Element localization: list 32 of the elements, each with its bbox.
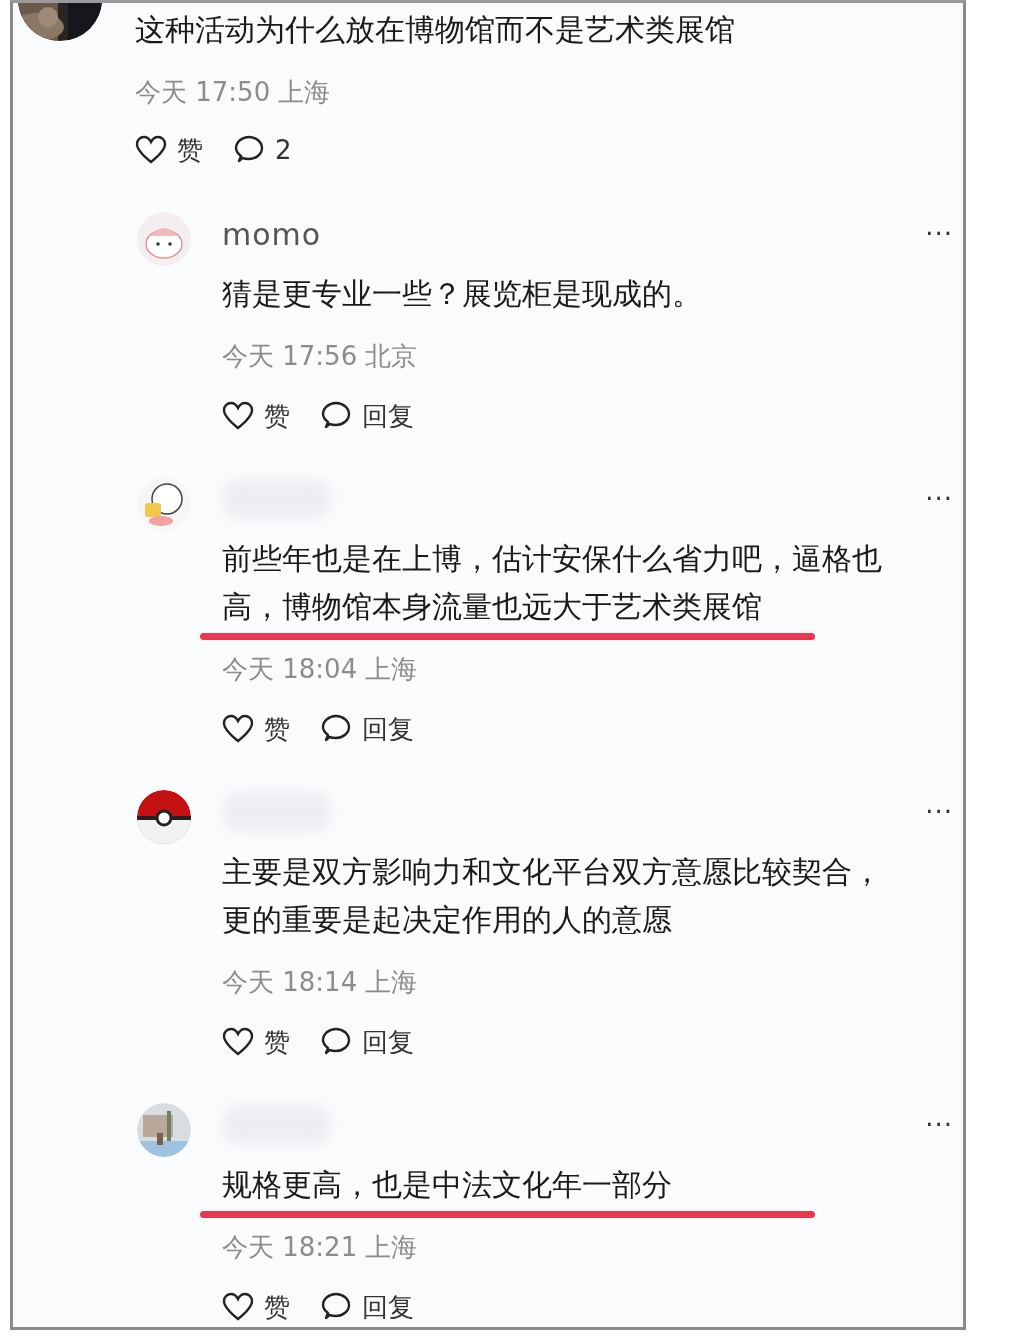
comment-meta: 今天 17:56 北京 xyxy=(222,340,419,373)
ball-avatar[interactable] xyxy=(137,790,191,844)
comment-meta: 今天 18:21 上海 xyxy=(222,1231,419,1264)
reply-button[interactable]: 回复 xyxy=(320,1020,414,1064)
like-button[interactable]: 赞 xyxy=(222,707,290,751)
comment-text: 前些年也是在上博，估计安保什么省力吧，逼格也高，博物馆本身流量也远大于艺术类展馆 xyxy=(222,540,883,626)
like-button[interactable]: 赞 xyxy=(222,1285,290,1327)
user-name[interactable]: momo xyxy=(222,216,322,252)
heart-icon xyxy=(222,1026,254,1058)
more-button[interactable]: ··· xyxy=(925,1110,953,1140)
reply-button[interactable]: 回复 xyxy=(320,394,414,438)
more-button[interactable]: ··· xyxy=(925,219,953,249)
comment-text: 主要是双方影响力和文化平台双方意愿比较契合，更的重要是起决定作用的人的意愿 xyxy=(222,853,883,939)
like-button[interactable]: 赞 xyxy=(222,1020,290,1064)
more-button[interactable]: ··· xyxy=(925,797,953,827)
reply-button[interactable]: 回复 xyxy=(320,1285,414,1327)
heart-icon xyxy=(222,400,254,432)
comment-text: 规格更高，也是中法文化年一部分 xyxy=(222,1166,673,1204)
heart-icon xyxy=(135,134,167,166)
reply-count-button[interactable]: 2 xyxy=(233,128,292,172)
comment-meta: 今天 17:50 上海 xyxy=(135,76,332,109)
comment-meta: 今天 18:04 上海 xyxy=(222,653,419,686)
reply-button[interactable]: 回复 xyxy=(320,707,414,751)
comment-meta: 今天 18:14 上海 xyxy=(222,966,419,999)
comment-text: 这种活动为什么放在博物馆而不是艺术类展馆 xyxy=(135,11,736,49)
heart-icon xyxy=(222,713,254,745)
avatar[interactable] xyxy=(137,477,191,531)
comment-text: 猜是更专业一些？展览柜是现成的。 xyxy=(222,275,703,313)
heart-icon xyxy=(222,1291,254,1323)
like-button[interactable]: 赞 xyxy=(222,394,290,438)
more-button[interactable]: ··· xyxy=(925,484,953,514)
like-button[interactable]: 赞 xyxy=(135,128,203,172)
